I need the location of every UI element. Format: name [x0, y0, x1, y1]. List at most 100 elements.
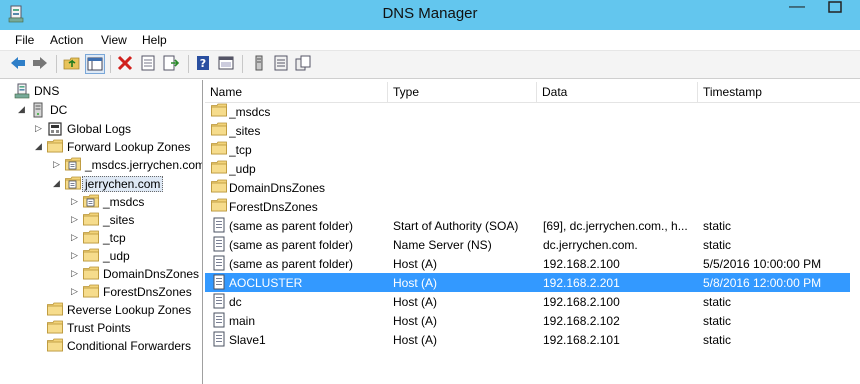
expand-arrow-icon[interactable]: ▷: [35, 122, 45, 134]
list-item-folder[interactable]: _sites: [205, 121, 850, 140]
expand-arrow-icon[interactable]: ▷: [71, 285, 81, 297]
list-item-folder[interactable]: DomainDnsZones: [205, 178, 850, 197]
folder-icon: [83, 266, 99, 280]
collapse-arrow-icon[interactable]: ◢: [53, 177, 63, 189]
expand-arrow-icon[interactable]: ▷: [71, 213, 81, 225]
record-name: _udp: [229, 162, 256, 176]
record-timestamp: static: [703, 238, 732, 252]
column-header-data[interactable]: Data: [537, 82, 698, 102]
tree-node-domaindnszones[interactable]: ▷ DomainDnsZones: [71, 265, 200, 283]
tree-node-label: DomainDnsZones: [103, 267, 200, 281]
column-header-timestamp[interactable]: Timestamp: [698, 82, 860, 102]
tree-node-label: DC: [50, 103, 68, 117]
list-item-folder[interactable]: _msdcs: [205, 102, 850, 121]
list-item-folder[interactable]: ForestDnsZones: [205, 197, 850, 216]
folder-icon: [47, 338, 63, 352]
column-header-name[interactable]: Name: [205, 82, 388, 102]
list-view-icon: [274, 55, 288, 71]
tree-node-dc[interactable]: ◢ DC: [18, 101, 200, 119]
list-item-record[interactable]: dc Host (A) 192.168.2.100 static: [205, 292, 850, 311]
folder-icon: [47, 320, 63, 334]
record-data: dc.jerrychen.com.: [543, 238, 638, 252]
menu-action[interactable]: Action: [50, 33, 83, 47]
tree-node-reverse-lookup-zones[interactable]: Reverse Lookup Zones: [35, 301, 200, 319]
console-button[interactable]: [217, 54, 237, 74]
record-type: Host (A): [393, 276, 438, 290]
forward-button[interactable]: [31, 54, 51, 74]
server-button[interactable]: [250, 54, 270, 74]
dns-record-icon: [213, 236, 225, 252]
help-button[interactable]: ?: [194, 54, 214, 74]
expand-arrow-icon[interactable]: ▷: [71, 267, 81, 279]
record-name: Slave1: [229, 333, 266, 347]
up-one-level-button[interactable]: [63, 54, 83, 74]
list-item-record[interactable]: (same as parent folder) Name Server (NS) d…: [205, 235, 850, 254]
record-name: _msdcs: [229, 105, 271, 119]
maximize-button[interactable]: [820, 0, 850, 20]
tree-node-sites[interactable]: ▷ _sites: [71, 211, 200, 229]
tree-node-label: _msdcs.jerrychen.com: [85, 158, 203, 172]
delete-button[interactable]: [116, 54, 136, 74]
properties-button[interactable]: [139, 54, 159, 74]
tree-node-label: ForestDnsZones: [103, 285, 192, 299]
tree-node-dns[interactable]: DNS: [2, 82, 200, 100]
zone-icon: [65, 157, 81, 171]
column-header-type[interactable]: Type: [388, 82, 537, 102]
list-item-folder[interactable]: _udp: [205, 159, 850, 178]
record-name: _tcp: [229, 143, 252, 157]
list-item-record[interactable]: main Host (A) 192.168.2.102 static: [205, 311, 850, 330]
tree-node-msdcs[interactable]: ▷ _msdcs: [71, 193, 200, 211]
tree-node-trust-points[interactable]: Trust Points: [35, 319, 200, 337]
expand-arrow-icon[interactable]: ▷: [71, 231, 81, 243]
record-name: (same as parent folder): [229, 219, 354, 233]
list-item-record[interactable]: (same as parent folder) Start of Authorit…: [205, 216, 850, 235]
show-hide-console-tree-button[interactable]: [85, 54, 105, 74]
tree-node-label: _udp: [103, 249, 130, 263]
list-item-record[interactable]: (same as parent folder) Host (A) 192.168.2…: [205, 254, 850, 273]
tree-node-label: Forward Lookup Zones: [67, 140, 191, 154]
minimize-button[interactable]: —: [782, 0, 812, 20]
console-icon: [218, 56, 234, 70]
expand-arrow-icon[interactable]: ▷: [71, 195, 81, 207]
menu-file[interactable]: File: [15, 33, 34, 47]
list-item-record[interactable]: AOCLUSTER Host (A) 192.168.2.201 5/8/2016 1…: [205, 273, 850, 292]
tree-node-label: Conditional Forwarders: [67, 339, 192, 353]
folder-icon: [211, 198, 227, 212]
toolbar: ?: [0, 51, 860, 79]
list-view-button[interactable]: [272, 54, 292, 74]
tree-node-tcp[interactable]: ▷ _tcp: [71, 229, 200, 247]
copy-button[interactable]: [294, 54, 314, 74]
tree-node-label: Global Logs: [67, 122, 132, 136]
toolbar-separator: [56, 55, 57, 73]
expand-arrow-icon[interactable]: ▷: [71, 249, 81, 261]
tree-node-conditional-forwarders[interactable]: Conditional Forwarders: [35, 337, 200, 355]
record-type: Start of Authority (SOA): [393, 219, 519, 233]
delete-icon: [117, 55, 133, 71]
back-icon: [11, 57, 25, 69]
back-button[interactable]: [9, 54, 29, 74]
export-list-button[interactable]: [162, 54, 182, 74]
tree-node-jerrychen-zone[interactable]: ◢ jerrychen.com: [53, 175, 200, 193]
list-item-folder[interactable]: _tcp: [205, 140, 850, 159]
tree-node-global-logs[interactable]: ▷ Global Logs: [35, 120, 200, 138]
menu-bar: File Action View Help: [0, 30, 860, 51]
list-item-record[interactable]: Slave1 Host (A) 192.168.2.101 static: [205, 330, 850, 349]
expand-arrow-icon[interactable]: ▷: [53, 158, 63, 170]
record-name: (same as parent folder): [229, 238, 354, 252]
export-list-icon: [163, 55, 180, 71]
collapse-arrow-icon[interactable]: ◢: [35, 140, 45, 152]
folder-icon: [83, 212, 99, 226]
menu-view[interactable]: View: [101, 33, 127, 47]
tree-node-label: Reverse Lookup Zones: [67, 303, 192, 317]
dns-record-icon: [213, 312, 225, 328]
tree-node-label: _msdcs: [103, 195, 145, 209]
tree-node-msdcs-zone[interactable]: ▷ _msdcs.jerrychen.com: [53, 156, 203, 174]
menu-help[interactable]: Help: [142, 33, 167, 47]
tree-node-forestdnszones[interactable]: ▷ ForestDnsZones: [71, 283, 200, 301]
folder-icon: [211, 141, 227, 155]
tree-node-udp[interactable]: ▷ _udp: [71, 247, 200, 265]
window-title: DNS Manager: [382, 5, 478, 22]
tree-node-forward-lookup-zones[interactable]: ◢ Forward Lookup Zones: [35, 138, 200, 156]
collapse-arrow-icon[interactable]: ◢: [18, 103, 28, 115]
record-type: Host (A): [393, 314, 438, 328]
